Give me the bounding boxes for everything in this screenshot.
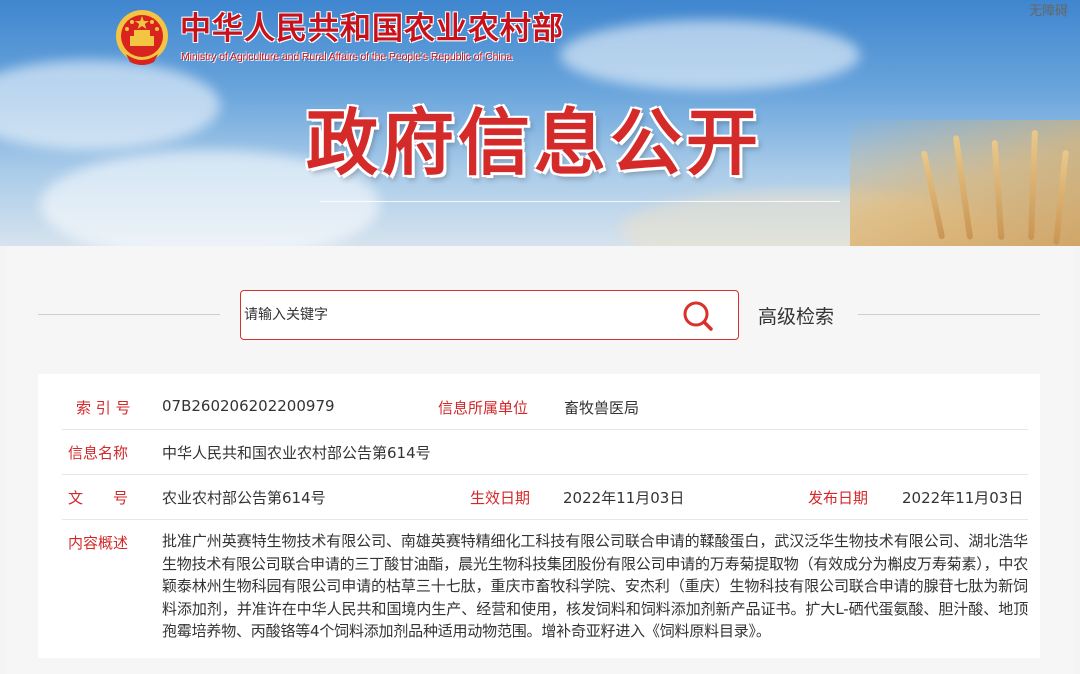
index-label: 索 引 号 (76, 399, 131, 417)
info-name-value: 中华人民共和国农业农村部公告第614号 (162, 444, 431, 462)
row-divider (62, 429, 1028, 430)
cloud-decoration (560, 20, 860, 90)
search-box (240, 290, 739, 340)
dept-value: 畜牧兽医局 (564, 399, 640, 417)
summary-text: 批准广州英赛特生物技术有限公司、南雄英赛特精细化工科技有限公司联合申请的鞣酸蛋白… (162, 532, 1028, 640)
publish-date-value: 2022年11月03日 (902, 489, 1024, 507)
title-underline (320, 201, 840, 202)
search-icon[interactable] (681, 299, 715, 333)
cloud-decoration (0, 60, 220, 150)
divider (858, 314, 1040, 315)
row-divider (62, 474, 1028, 475)
info-name-label: 信息名称 (68, 444, 129, 462)
effective-date-value: 2022年11月03日 (563, 489, 685, 507)
info-table: 索 引 号 07B260206202200979 信息所属单位 畜牧兽医局 信息… (38, 374, 1040, 658)
index-value: 07B260206202200979 (162, 397, 335, 415)
main-panel: 高级检索 索 引 号 07B260206202200979 信息所属单位 畜牧兽… (0, 246, 1080, 674)
accessibility-link[interactable]: 无障碍 (1029, 0, 1068, 19)
dept-label: 信息所属单位 (438, 399, 529, 417)
advanced-search-link[interactable]: 高级检索 (758, 302, 834, 329)
summary-label: 内容概述 (68, 534, 129, 552)
page-title: 政府信息公开 (306, 101, 763, 185)
national-emblem-icon (116, 10, 168, 65)
header-banner: 中华人民共和国农业农村部 Ministry of Agriculture and… (0, 0, 1080, 262)
effective-date-label: 生效日期 (470, 489, 531, 507)
ministry-name-en: Ministry of Agriculture and Rural Affair… (181, 51, 513, 63)
ministry-name-cn: 中华人民共和国农业农村部 (180, 11, 564, 47)
doc-number-value: 农业农村部公告第614号 (162, 489, 326, 507)
doc-number-label: 文 号 (68, 489, 129, 507)
row-divider (62, 519, 1028, 520)
divider (38, 314, 220, 315)
publish-date-label: 发布日期 (808, 489, 869, 507)
search-input[interactable] (243, 301, 663, 329)
